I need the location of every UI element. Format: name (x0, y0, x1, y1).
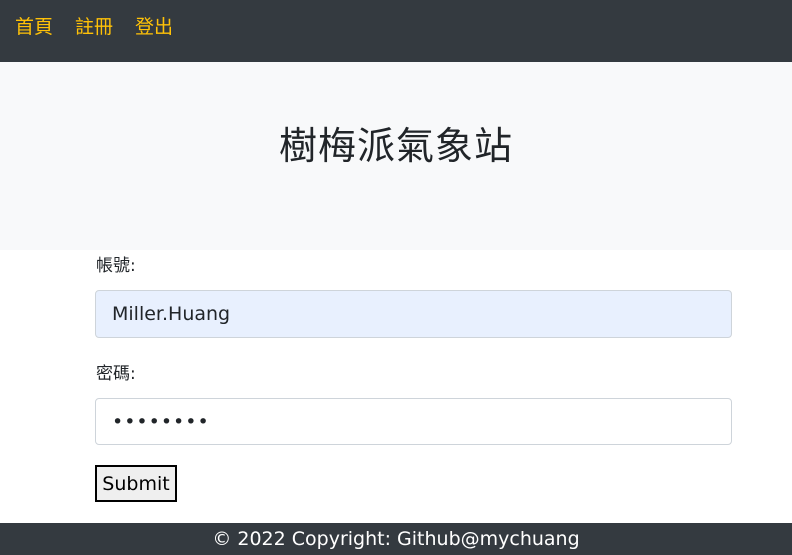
page-footer: © 2022 Copyright: Github@mychuang (0, 523, 792, 555)
hero-banner: 樹梅派氣象站 (0, 62, 792, 250)
username-input[interactable] (95, 290, 732, 338)
nav-link-register[interactable]: 註冊 (75, 15, 113, 39)
nav-link-home[interactable]: 首頁 (15, 15, 53, 39)
top-navbar: 首頁 註冊 登出 (0, 0, 792, 62)
password-label: 密碼: (96, 364, 136, 384)
footer-copyright: © 2022 Copyright: Github@mychuang (212, 528, 580, 550)
page-title: 樹梅派氣象站 (278, 124, 513, 168)
username-label: 帳號: (96, 256, 136, 276)
nav-link-logout[interactable]: 登出 (135, 15, 173, 39)
password-input[interactable] (95, 398, 732, 445)
submit-button[interactable]: Submit (95, 465, 177, 502)
